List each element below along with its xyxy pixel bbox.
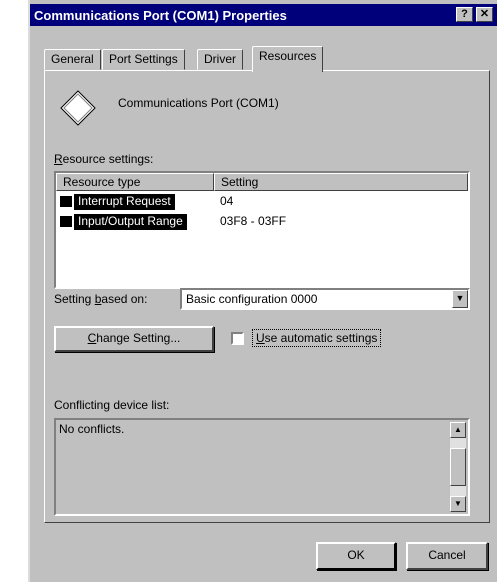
scroll-up-icon[interactable]: ▲ — [450, 422, 466, 438]
cancel-button[interactable]: Cancel — [406, 542, 488, 570]
conflict-list-label: Conflicting device list: — [54, 398, 170, 412]
resource-setting: 04 — [220, 194, 234, 208]
list-item[interactable]: Interrupt Request 04 — [56, 193, 468, 211]
column-resource-type[interactable]: Resource type — [56, 173, 214, 191]
change-setting-button[interactable]: Change Setting... — [54, 326, 214, 352]
column-setting[interactable]: Setting — [214, 173, 468, 191]
help-button[interactable]: ? — [456, 7, 473, 22]
chevron-down-icon[interactable]: ▼ — [452, 290, 468, 308]
automatic-settings-label[interactable]: Use automatic settings — [251, 329, 382, 347]
conflict-list[interactable]: No conflicts. ▲ ▼ — [54, 418, 470, 516]
resource-icon — [60, 216, 72, 227]
resource-icon — [60, 196, 72, 207]
device-name: Communications Port (COM1) — [118, 96, 279, 110]
resource-settings-label: Resource settings: — [54, 152, 154, 166]
window-title: Communications Port (COM1) Properties — [34, 8, 287, 23]
conflict-text: No conflicts. — [59, 422, 125, 436]
dropdown-value: Basic configuration 0000 — [186, 292, 318, 306]
list-item[interactable]: Input/Output Range 03F8 - 03FF — [56, 213, 468, 231]
tab-resources[interactable]: Resources — [252, 46, 324, 72]
port-icon — [60, 90, 96, 126]
tab-port-settings[interactable]: Port Settings — [102, 49, 185, 70]
list-header: Resource type Setting — [56, 173, 468, 191]
conflict-scrollbar[interactable]: ▲ ▼ — [450, 422, 466, 512]
automatic-settings-checkbox[interactable] — [231, 332, 244, 345]
resource-type: Input/Output Range — [74, 214, 187, 230]
resource-type: Interrupt Request — [74, 194, 175, 210]
title-bar[interactable]: Communications Port (COM1) Properties ? … — [30, 4, 497, 26]
scroll-thumb[interactable] — [450, 448, 466, 486]
close-button[interactable]: ✕ — [476, 7, 493, 22]
resource-list[interactable]: Resource type Setting Interrupt Request … — [54, 171, 470, 289]
setting-based-on-label: Setting based on: — [54, 292, 148, 306]
ok-button[interactable]: OK — [316, 542, 396, 570]
setting-based-on-dropdown[interactable]: Basic configuration 0000 ▼ — [180, 288, 470, 310]
tab-driver[interactable]: Driver — [197, 49, 243, 70]
resource-setting: 03F8 - 03FF — [220, 214, 287, 228]
scroll-down-icon[interactable]: ▼ — [450, 496, 466, 512]
tab-general[interactable]: General — [44, 49, 101, 70]
